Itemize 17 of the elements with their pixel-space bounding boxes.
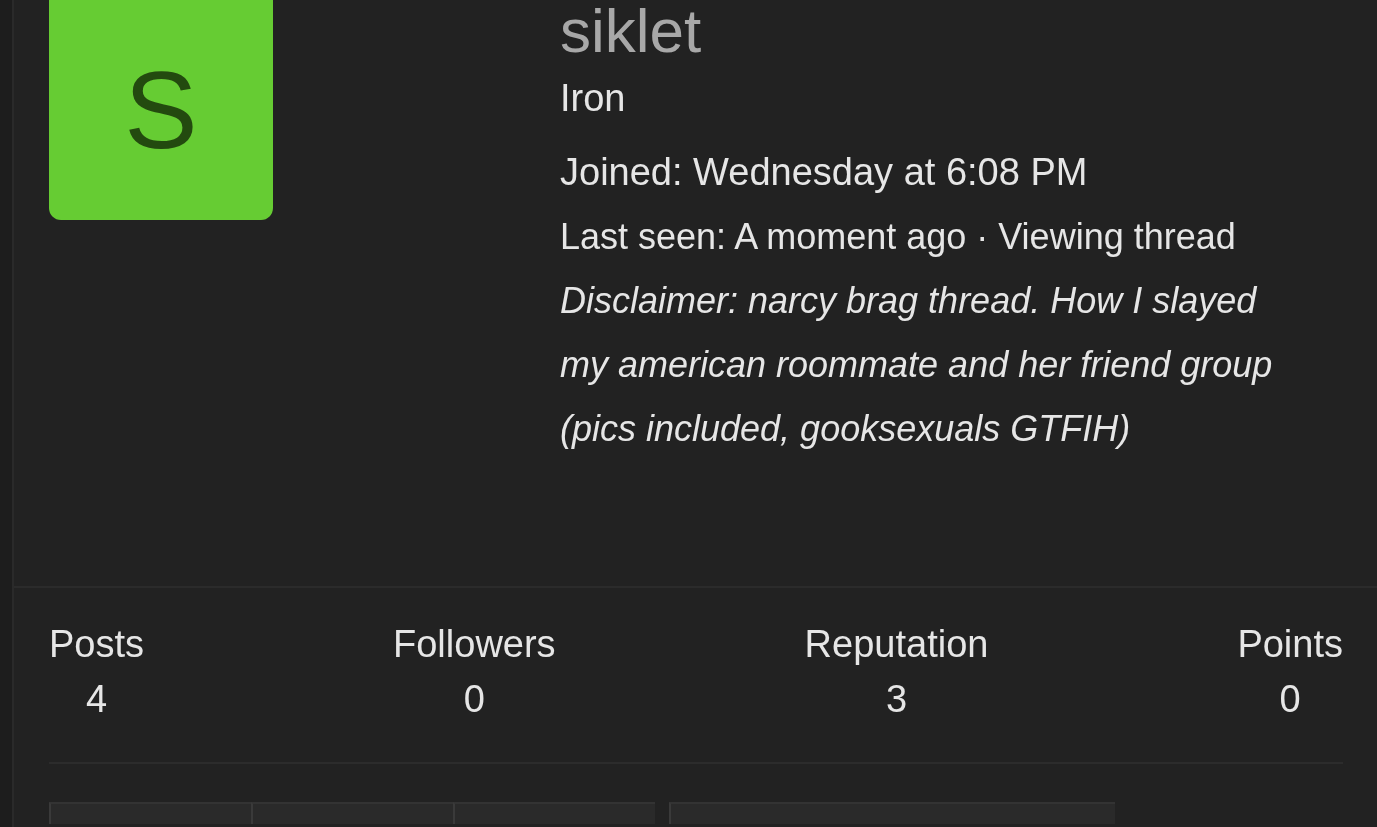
stat-label: Points <box>1237 622 1343 667</box>
tab[interactable] <box>669 802 1115 824</box>
stat-label: Posts <box>49 622 145 667</box>
username: siklet <box>560 0 703 62</box>
stat-label: Reputation <box>804 622 989 667</box>
stat-value: 3 <box>885 677 908 722</box>
joined-date: Joined: Wednesday at 6:08 PM <box>560 149 1089 195</box>
tab[interactable] <box>49 802 251 824</box>
user-rank: Iron <box>560 76 627 121</box>
tab[interactable] <box>251 802 453 824</box>
stat-value: 0 <box>463 677 485 722</box>
stat-label: Followers <box>393 622 556 667</box>
avatar-letter: S <box>124 55 198 165</box>
stat-value: 4 <box>85 677 108 722</box>
stat-value: 0 <box>1279 677 1301 722</box>
tab[interactable] <box>453 802 655 824</box>
last-seen-text: Last seen: A moment ago · Viewing thread Disclaimer: narcy brag thread. How I slayed my american roommate and her friend group (pics included, gooksexuals GTFIH) <box>560 215 1274 452</box>
